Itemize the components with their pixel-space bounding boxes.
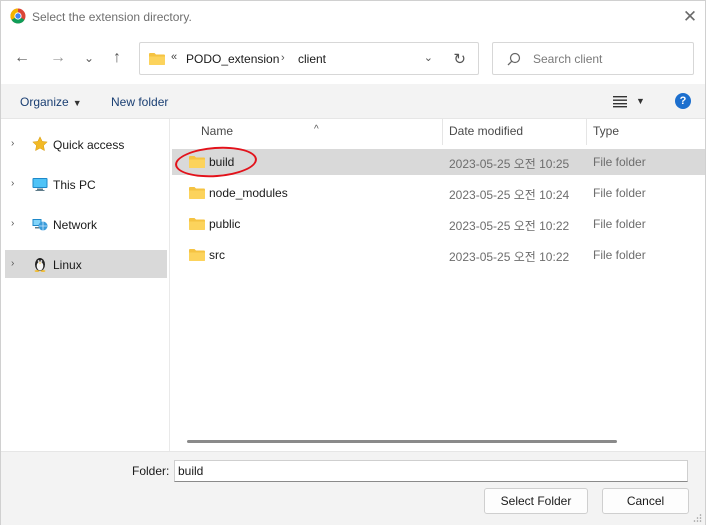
address-dropdown-icon[interactable]: ⌄ [424, 51, 433, 64]
sort-ascending-icon: ^ [314, 124, 319, 135]
breadcrumb-podo-extension[interactable]: PODO_extension [186, 52, 279, 66]
column-header-type[interactable]: Type [587, 119, 705, 145]
sidebar-item-label: Linux [53, 258, 82, 272]
file-type: File folder [593, 248, 646, 262]
arrow-right-icon: → [50, 49, 66, 66]
file-name: public [209, 217, 241, 231]
navigation-bar: ← → ⌄ ↑ « PODO_extension › client ⌄ ↻ Se… [1, 38, 705, 78]
file-row-public[interactable]: public 2023-05-25 오전 10:22 File folder [172, 211, 705, 237]
star-icon [32, 136, 48, 152]
close-button[interactable]: ✕ [675, 1, 705, 33]
arrow-up-icon: ↑ [113, 49, 121, 66]
linux-penguin-icon [34, 258, 46, 272]
folder-picker-dialog: Select the extension directory. ✕ ← → ⌄ … [0, 0, 706, 525]
sidebar-item-label: Network [53, 218, 98, 232]
close-icon: ✕ [682, 7, 698, 26]
column-header-label: Name [201, 124, 234, 138]
folder-label: Folder: [132, 464, 170, 478]
dialog-title: Select the extension directory. [32, 10, 192, 24]
folder-icon [189, 249, 205, 261]
address-overflow-icon[interactable]: « [171, 51, 177, 63]
search-placeholder: Search client [533, 52, 603, 66]
file-type: File folder [593, 186, 646, 200]
network-icon [32, 219, 48, 231]
command-bar: Organize ▼ New folder ▼ ? [1, 84, 705, 119]
view-options-icon[interactable] [612, 94, 628, 108]
column-header-name[interactable]: ^ Name [171, 119, 442, 145]
navigation-pane: › Quick access › This PC › Network › Lin… [1, 119, 170, 451]
file-date-modified: 2023-05-25 오전 10:25 [449, 157, 570, 171]
folder-name-input[interactable] [174, 460, 688, 482]
sidebar-item-label: This PC [53, 178, 96, 192]
file-type: File folder [593, 217, 646, 231]
file-list: ^ Name Date modified Type build 2023-05-… [171, 119, 705, 451]
sidebar-item-label: Quick access [53, 138, 125, 152]
file-type: File folder [593, 155, 646, 169]
folder-icon [149, 53, 165, 65]
red-annotation-circle [174, 144, 258, 180]
file-name: src [209, 248, 225, 262]
refresh-icon[interactable]: ↻ [453, 50, 466, 68]
expand-chevron-icon[interactable]: › [11, 218, 14, 229]
file-date-modified: 2023-05-25 오전 10:22 [449, 250, 570, 264]
file-date-modified: 2023-05-25 오전 10:22 [449, 219, 570, 233]
breadcrumb-separator-icon[interactable]: › [281, 52, 285, 64]
forward-button[interactable]: → [45, 45, 71, 71]
sidebar-item-this-pc[interactable]: › This PC [5, 170, 167, 198]
expand-chevron-icon[interactable]: › [11, 258, 14, 269]
file-row-src[interactable]: src 2023-05-25 오전 10:22 File folder [172, 242, 705, 268]
breadcrumb-client[interactable]: client [298, 52, 326, 66]
file-name: node_modules [209, 186, 288, 200]
organize-label: Organize [20, 95, 69, 109]
title-bar: Select the extension directory. ✕ [1, 1, 705, 33]
search-box[interactable]: Search client [492, 42, 694, 75]
column-header-label: Type [593, 124, 620, 138]
column-header-label: Date modified [449, 124, 524, 138]
expand-chevron-icon[interactable]: › [11, 138, 14, 149]
computer-icon [32, 178, 48, 191]
resize-grip-icon[interactable] [692, 513, 702, 523]
file-date-modified: 2023-05-25 오전 10:24 [449, 188, 570, 202]
horizontal-scrollbar[interactable] [187, 440, 617, 443]
file-row-node-modules[interactable]: node_modules 2023-05-25 오전 10:24 File fo… [172, 180, 705, 206]
file-row-build[interactable]: build 2023-05-25 오전 10:25 File folder [172, 144, 705, 180]
organize-menu[interactable]: Organize ▼ [20, 95, 82, 109]
sidebar-item-quick-access[interactable]: › Quick access [5, 130, 167, 158]
sidebar-item-linux[interactable]: › Linux [5, 250, 167, 278]
arrow-left-icon: ← [14, 49, 30, 66]
chrome-icon [10, 8, 26, 24]
select-folder-button[interactable]: Select Folder [484, 488, 588, 514]
recent-locations-button[interactable]: ⌄ [76, 45, 102, 71]
expand-chevron-icon[interactable]: › [11, 178, 14, 189]
back-button[interactable]: ← [9, 45, 35, 71]
search-icon [507, 52, 521, 66]
view-caret-icon[interactable]: ▼ [636, 96, 645, 106]
cancel-button[interactable]: Cancel [602, 488, 689, 514]
up-button[interactable]: ↑ [104, 45, 130, 71]
address-bar[interactable]: « PODO_extension › client ⌄ ↻ [139, 42, 479, 75]
new-folder-label: New folder [111, 95, 169, 109]
folder-icon [189, 187, 205, 199]
dialog-footer: Folder: Select Folder Cancel [1, 451, 705, 525]
new-folder-button[interactable]: New folder [111, 95, 168, 109]
sidebar-item-network[interactable]: › Network [5, 210, 167, 238]
folder-icon [189, 218, 205, 230]
help-icon[interactable]: ? [675, 93, 691, 109]
chevron-down-icon: ⌄ [83, 51, 95, 65]
column-header-date-modified[interactable]: Date modified [443, 119, 586, 145]
caret-down-icon: ▼ [72, 98, 82, 108]
